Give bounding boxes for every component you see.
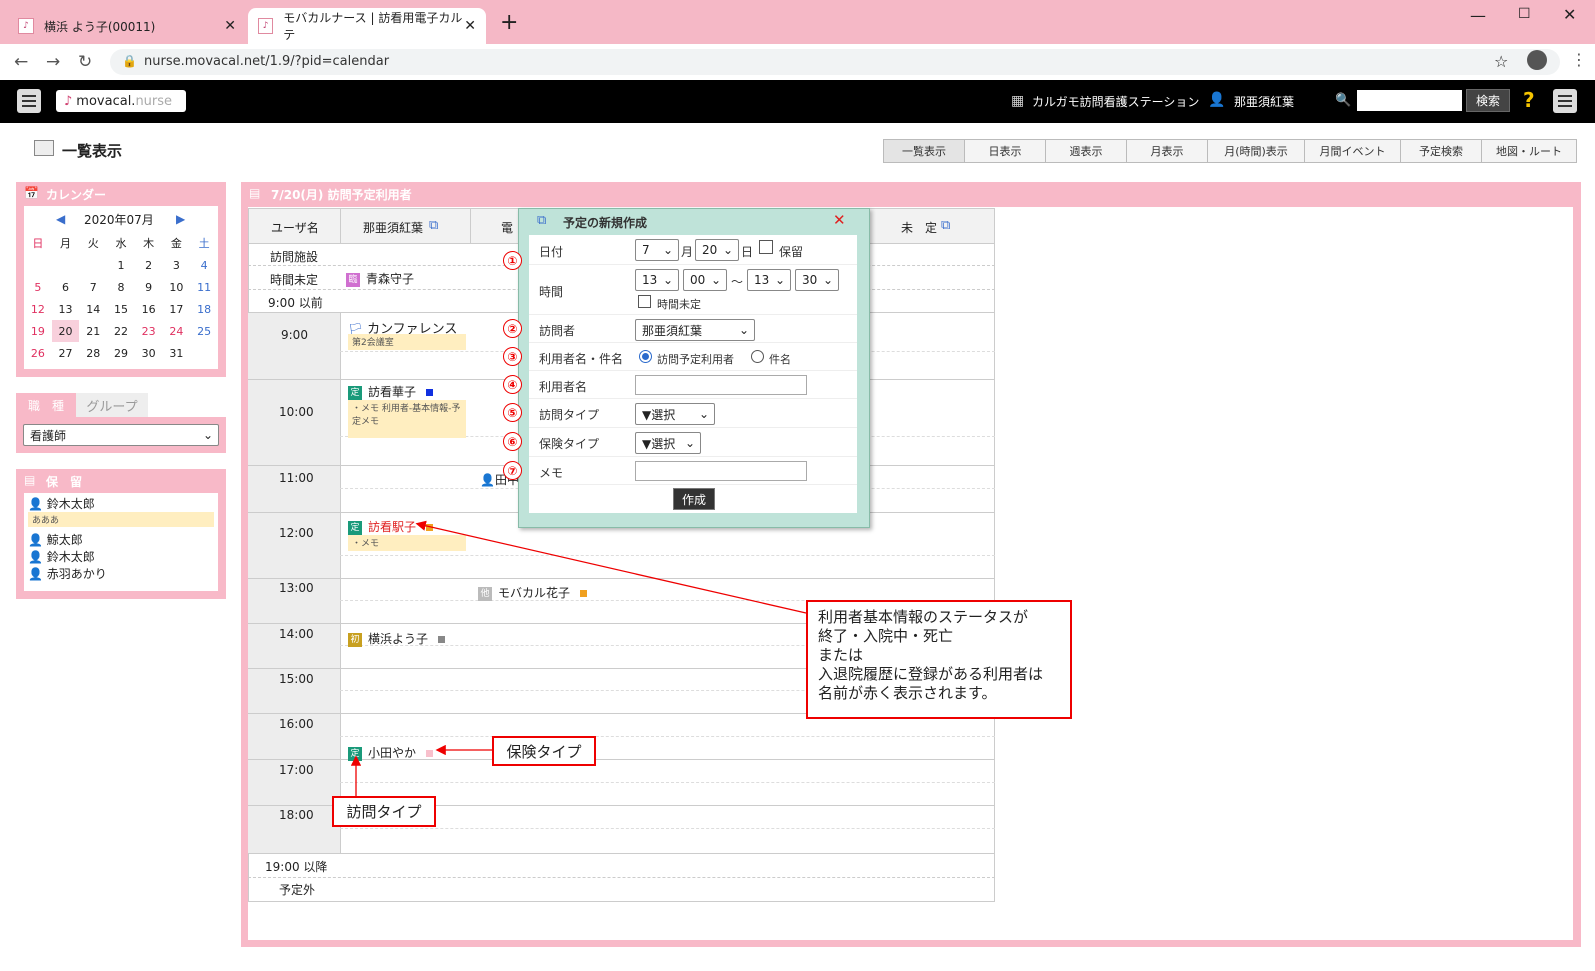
callout-line: または (818, 646, 864, 664)
visit-type-callout: 訪問タイプ (332, 796, 436, 827)
callout-line: 名前が赤く表示されます。 (818, 684, 997, 702)
status-note-callout: 利用者基本情報のステータスが 終了・入院中・死亡 または 入退院履歴に登録がある… (806, 600, 1072, 719)
arrow-status-note (415, 520, 807, 614)
callout-line: 入退院履歴に登録がある利用者は (818, 665, 1044, 683)
callout-line: 利用者基本情報のステータスが (818, 608, 1029, 626)
annotation-arrows (350, 520, 807, 796)
callout-line: 終了・入院中・死亡 (818, 627, 954, 645)
insurance-type-callout: 保険タイプ (492, 736, 596, 766)
